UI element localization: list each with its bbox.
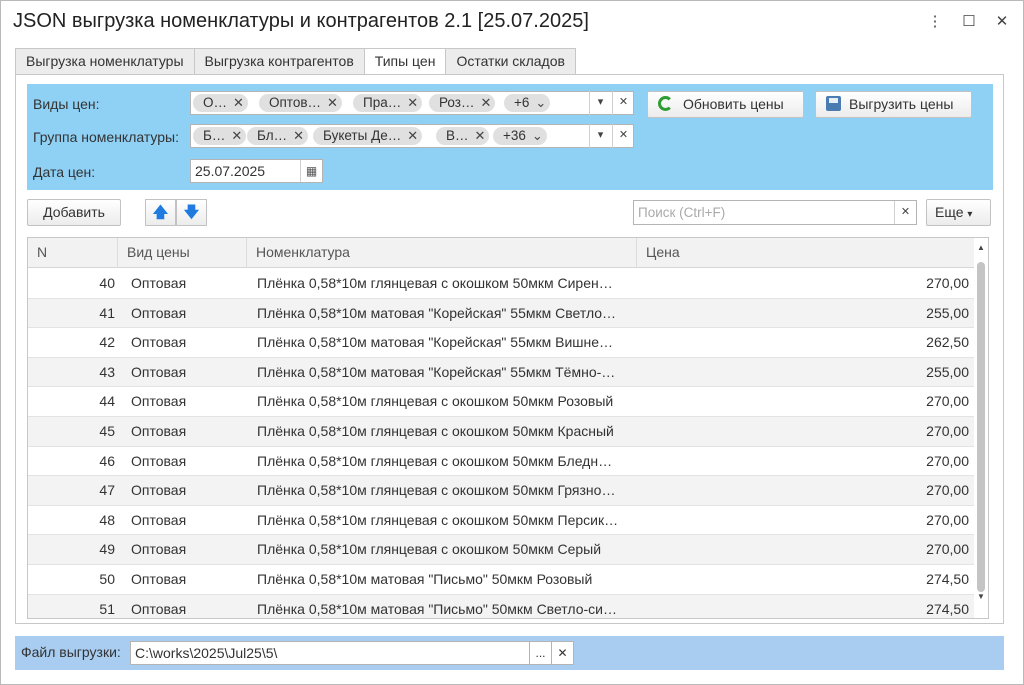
browse-button[interactable]: ... xyxy=(529,641,552,665)
tab-bar: Выгрузка номенклатуры Выгрузка контраген… xyxy=(15,48,576,76)
table-row[interactable]: 48 Оптовая Плёнка 0,58*10м глянцевая с око… xyxy=(28,506,975,536)
dropdown-arrow-icon[interactable]: ▾ xyxy=(589,124,611,148)
price-date-input[interactable]: 25.07.2025 ▦ xyxy=(190,159,323,183)
move-up-icon[interactable]: 🡅 xyxy=(145,199,176,226)
maximize-icon[interactable]: ☐ xyxy=(959,11,979,33)
close-icon[interactable]: ✕ xyxy=(992,11,1012,33)
save-icon xyxy=(826,96,841,111)
price-type-chip[interactable]: Роз… ✕ xyxy=(429,94,496,112)
nom-group-chip[interactable]: В… ✕ xyxy=(436,127,490,145)
chip-remove-icon[interactable]: ✕ xyxy=(327,95,338,110)
nom-group-chip[interactable]: Б… ✕ xyxy=(193,127,247,145)
nom-group-chip[interactable]: Букеты Де… ✕ xyxy=(313,127,423,145)
column-header-nomenclature[interactable]: Номенклатура xyxy=(247,238,637,268)
chip-remove-icon[interactable]: ✕ xyxy=(407,95,418,110)
chip-remove-icon[interactable]: ✕ xyxy=(407,128,418,143)
price-type-chip[interactable]: Пра… ✕ xyxy=(353,94,423,112)
table-row[interactable]: 50 Оптовая Плёнка 0,58*10м матовая "Письмо… xyxy=(28,565,975,595)
scroll-up-icon[interactable]: ▲ xyxy=(974,241,988,255)
table-row[interactable]: 42 Оптовая Плёнка 0,58*10м матовая "Корейс… xyxy=(28,328,975,358)
chip-remove-icon[interactable]: ✕ xyxy=(293,128,304,143)
clear-icon[interactable]: ✕ xyxy=(612,124,634,148)
chip-remove-icon[interactable]: ✕ xyxy=(233,95,244,110)
search-input[interactable]: Поиск (Ctrl+F) ✕ xyxy=(633,200,917,225)
dropdown-arrow-icon[interactable]: ▾ xyxy=(589,91,611,115)
more-button[interactable]: Еще ▾ xyxy=(926,199,991,226)
app-window: JSON выгрузка номенклатуры и контрагенто… xyxy=(0,0,1024,685)
table-row[interactable]: 47 Оптовая Плёнка 0,58*10м глянцевая с око… xyxy=(28,476,975,506)
table-row[interactable]: 45 Оптовая Плёнка 0,58*10м глянцевая с око… xyxy=(28,417,975,447)
chip-remove-icon[interactable]: ✕ xyxy=(475,128,486,143)
add-button[interactable]: Добавить xyxy=(27,199,121,226)
table-row[interactable]: 51 Оптовая Плёнка 0,58*10м матовая "Письмо… xyxy=(28,594,975,618)
tab-export-nomenclature[interactable]: Выгрузка номенклатуры xyxy=(15,48,195,74)
column-header-price-type[interactable]: Вид цены xyxy=(118,238,247,268)
filter-panel: Виды цен: О… ✕ Оптов… ✕ Пра… ✕ Роз… ✕ +6 ⌄ ▾ … xyxy=(27,84,993,190)
tab-price-types[interactable]: Типы цен xyxy=(363,48,447,76)
price-type-chip[interactable]: О… ✕ xyxy=(193,94,248,112)
price-date-label: Дата цен: xyxy=(33,164,96,180)
export-file-path-input[interactable]: C:\works\2025\Jul25\5\ xyxy=(130,641,530,665)
move-down-icon[interactable]: 🡇 xyxy=(176,199,207,226)
chevron-down-icon: ▾ xyxy=(967,209,973,220)
column-header-price[interactable]: Цена xyxy=(637,238,975,268)
nom-group-more-chip[interactable]: +36 ⌄ xyxy=(493,127,547,145)
chevron-down-icon: ⌄ xyxy=(535,95,547,110)
tab-warehouse-stock[interactable]: Остатки складов xyxy=(445,48,576,74)
more-icon[interactable]: ⋮ xyxy=(925,11,945,33)
prices-table: N Вид цены Номенклатура Цена 40 Оптовая Пл… xyxy=(27,237,989,619)
export-prices-button[interactable]: Выгрузить цены xyxy=(815,91,972,118)
table-row[interactable]: 40 Оптовая Плёнка 0,58*10м глянцевая с око… xyxy=(28,269,975,299)
window-title: JSON выгрузка номенклатуры и контрагенто… xyxy=(13,10,589,32)
price-types-label: Виды цен: xyxy=(33,96,100,112)
clear-icon[interactable]: ✕ xyxy=(551,641,574,665)
chevron-down-icon: ⌄ xyxy=(531,128,543,143)
search-clear-icon[interactable]: ✕ xyxy=(894,201,916,224)
chip-remove-icon[interactable]: ✕ xyxy=(231,128,242,143)
table-row[interactable]: 44 Оптовая Плёнка 0,58*10м глянцевая с око… xyxy=(28,387,975,417)
column-header-n[interactable]: N xyxy=(28,238,118,268)
price-type-chip[interactable]: Оптов… ✕ xyxy=(259,94,342,112)
refresh-icon xyxy=(658,96,673,111)
export-file-label: Файл выгрузки: xyxy=(21,644,121,660)
refresh-prices-button[interactable]: Обновить цены xyxy=(647,91,804,118)
nom-group-label: Группа номенклатуры: xyxy=(33,129,180,145)
export-file-panel: Файл выгрузки: C:\works\2025\Jul25\5\ ..… xyxy=(15,636,1004,670)
table-header: N Вид цены Номенклатура Цена xyxy=(28,238,975,268)
tab-panel-price-types: Виды цен: О… ✕ Оптов… ✕ Пра… ✕ Роз… ✕ +6 ⌄ ▾ … xyxy=(15,74,1004,624)
price-types-field[interactable]: О… ✕ Оптов… ✕ Пра… ✕ Роз… ✕ +6 ⌄ ▾ ✕ xyxy=(190,91,634,115)
table-row[interactable]: 46 Оптовая Плёнка 0,58*10м глянцевая с око… xyxy=(28,447,975,477)
table-row[interactable]: 49 Оптовая Плёнка 0,58*10м глянцевая с око… xyxy=(28,535,975,565)
tab-export-contractors[interactable]: Выгрузка контрагентов xyxy=(193,48,365,74)
chip-remove-icon[interactable]: ✕ xyxy=(480,95,491,110)
calendar-icon[interactable]: ▦ xyxy=(300,160,322,182)
nom-group-chip[interactable]: Бл… ✕ xyxy=(247,127,308,145)
scroll-thumb[interactable] xyxy=(977,262,985,592)
table-row[interactable]: 41 Оптовая Плёнка 0,58*10м матовая "Корейс… xyxy=(28,298,975,329)
table-row[interactable]: 43 Оптовая Плёнка 0,58*10м матовая "Корейс… xyxy=(28,357,975,388)
clear-icon[interactable]: ✕ xyxy=(612,91,634,115)
nom-group-field[interactable]: Б… ✕ Бл… ✕ Букеты Де… ✕ В… ✕ +36 ⌄ ▾ ✕ xyxy=(190,124,634,148)
scroll-down-icon[interactable]: ▼ xyxy=(974,590,988,604)
price-types-more-chip[interactable]: +6 ⌄ xyxy=(504,94,551,112)
vertical-scrollbar[interactable]: ▲ ▼ xyxy=(974,238,988,618)
